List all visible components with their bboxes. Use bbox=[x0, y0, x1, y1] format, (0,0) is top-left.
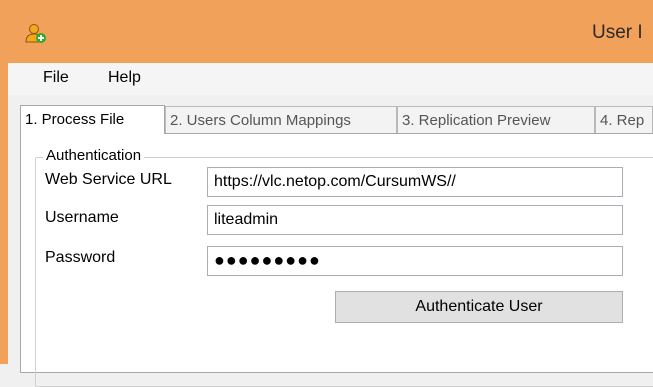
window-frame-left bbox=[0, 63, 8, 364]
tab-strip: 1. Process File 2. Users Column Mappings… bbox=[20, 105, 653, 134]
window-title: User I bbox=[592, 22, 643, 43]
menu-file[interactable]: File bbox=[39, 69, 73, 87]
menu-bar: File Help bbox=[8, 63, 653, 95]
password-label: Password bbox=[45, 249, 116, 266]
menu-help[interactable]: Help bbox=[104, 69, 145, 87]
tab-process-file[interactable]: 1. Process File bbox=[20, 105, 165, 134]
web-service-url-label: Web Service URL bbox=[45, 171, 172, 188]
authentication-group-label: Authentication bbox=[43, 147, 145, 164]
tab-page-process-file: Authentication Web Service URL https://v… bbox=[20, 133, 653, 387]
username-label: Username bbox=[45, 209, 119, 226]
password-input[interactable]: ●●●●●●●●● bbox=[207, 246, 623, 276]
web-service-url-input[interactable]: https://vlc.netop.com/CursumWS// bbox=[207, 167, 623, 197]
authenticate-user-button[interactable]: Authenticate User bbox=[335, 291, 623, 323]
tab-replication[interactable]: 4. Rep bbox=[595, 106, 653, 133]
tab-replication-preview[interactable]: 3. Replication Preview bbox=[397, 106, 595, 133]
user-add-icon bbox=[25, 24, 46, 43]
title-bar: User I bbox=[0, 0, 653, 63]
window-client-area: File Help 1. Process File 2. Users Colum… bbox=[8, 63, 653, 387]
username-input[interactable]: liteadmin bbox=[207, 205, 623, 235]
tab-users-column-mappings[interactable]: 2. Users Column Mappings bbox=[165, 106, 397, 133]
